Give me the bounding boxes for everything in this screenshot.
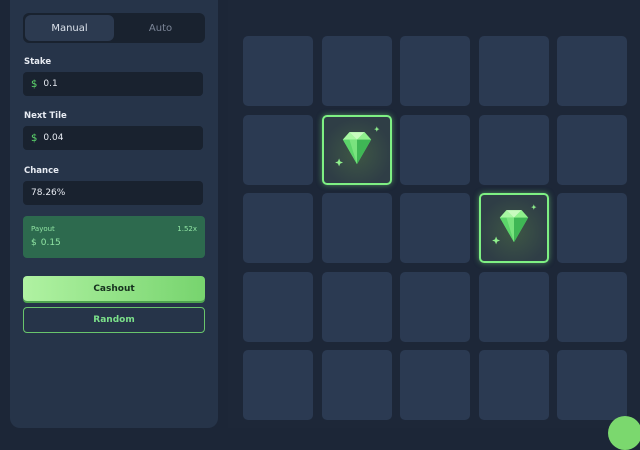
tab-auto[interactable]: Auto: [116, 13, 205, 43]
payout-label: Payout: [31, 225, 55, 233]
next-tile-currency: $: [31, 132, 38, 144]
tile-hidden[interactable]: [243, 114, 313, 185]
chance-value: 78.26%: [31, 188, 66, 198]
tile-hidden[interactable]: [400, 36, 470, 106]
stake-value: 0.1: [43, 79, 58, 89]
tile-hidden[interactable]: [400, 271, 470, 342]
tile-hidden[interactable]: [321, 36, 392, 106]
chance-field: 78.26%: [23, 181, 203, 205]
tile-hidden[interactable]: [557, 114, 627, 185]
tile-hidden[interactable]: [400, 350, 470, 420]
mode-tabs: Manual Auto: [23, 13, 205, 43]
payout-value: 0.15: [40, 238, 61, 248]
tile-hidden[interactable]: [321, 350, 392, 420]
tile-hidden[interactable]: [557, 350, 627, 420]
tile-hidden[interactable]: [478, 350, 549, 420]
tile-hidden[interactable]: [557, 193, 627, 263]
stake-label: Stake: [24, 57, 52, 67]
tile-gem[interactable]: [478, 193, 549, 263]
chance-label: Chance: [24, 166, 59, 176]
stake-input[interactable]: $ 0.1: [23, 72, 203, 96]
game-board: [228, 0, 640, 428]
payout-amount: $0.15: [31, 238, 61, 248]
next-tile-value: 0.04: [43, 133, 64, 143]
tile-hidden[interactable]: [557, 36, 627, 106]
tile-gem[interactable]: [321, 114, 392, 185]
tab-manual[interactable]: Manual: [25, 15, 114, 41]
tile-hidden[interactable]: [321, 271, 392, 342]
tile-hidden[interactable]: [243, 271, 313, 342]
tile-hidden[interactable]: [243, 193, 313, 263]
tile-hidden[interactable]: [557, 271, 627, 342]
next-tile-field: $ 0.04: [23, 126, 203, 150]
tile-hidden[interactable]: [478, 271, 549, 342]
tile-hidden[interactable]: [400, 114, 470, 185]
control-panel: Manual Auto Stake $ 0.1 Next Tile $ 0.04…: [10, 0, 218, 428]
next-tile-label: Next Tile: [24, 111, 67, 121]
tile-hidden[interactable]: [478, 114, 549, 185]
tile-hidden[interactable]: [321, 193, 392, 263]
cashout-button[interactable]: Cashout: [23, 276, 205, 301]
payout-multiplier: 1.52x: [177, 225, 197, 233]
tile-hidden[interactable]: [400, 193, 470, 263]
random-button[interactable]: Random: [23, 307, 205, 333]
payout-box: Payout 1.52x $0.15: [23, 216, 205, 258]
stake-currency: $: [31, 78, 38, 90]
tile-hidden[interactable]: [478, 36, 549, 106]
corner-action-button[interactable]: [608, 416, 640, 450]
tile-hidden[interactable]: [243, 350, 313, 420]
tile-hidden[interactable]: [243, 36, 313, 106]
payout-currency: $: [31, 238, 37, 248]
